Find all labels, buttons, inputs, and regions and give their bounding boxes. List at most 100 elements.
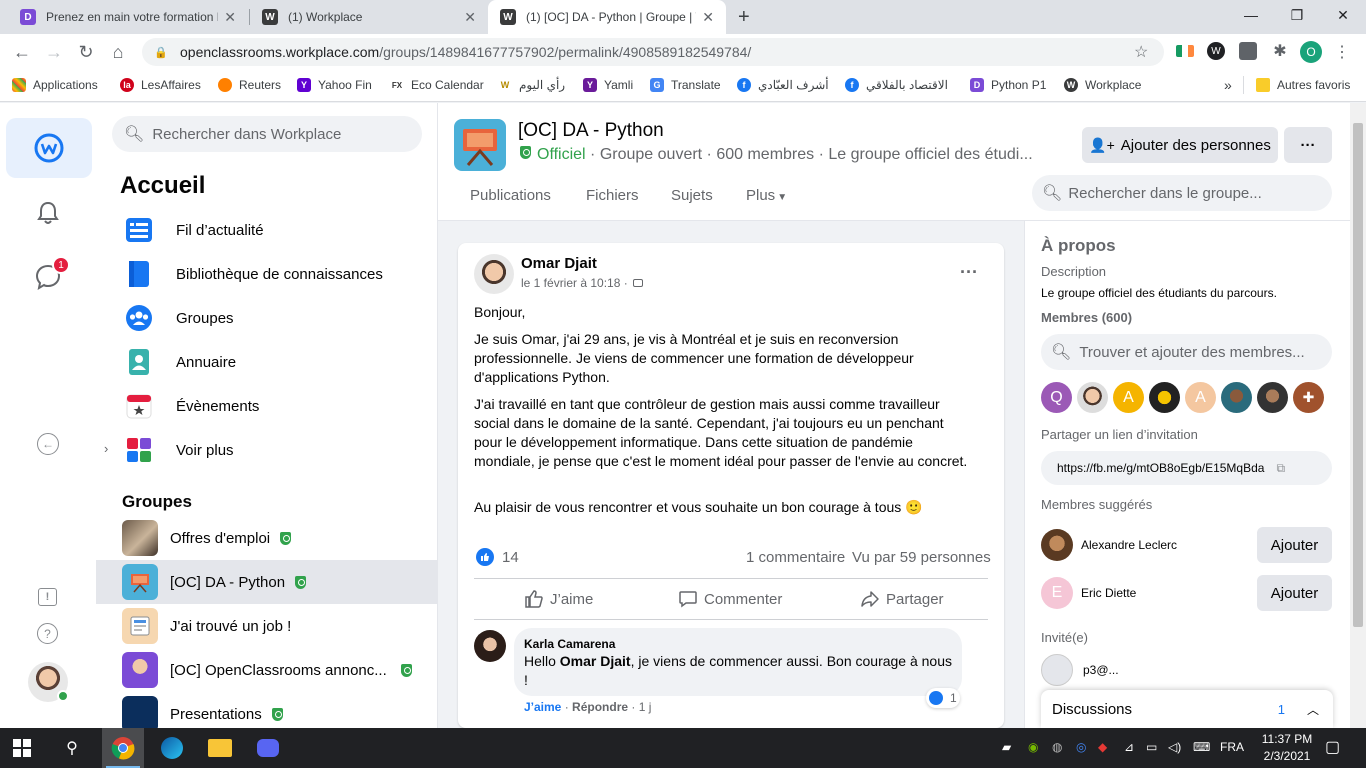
workplace-home-button[interactable] xyxy=(6,118,92,178)
group-item-found-a-job[interactable]: J'ai trouvé un job ! xyxy=(96,604,437,648)
like-reaction-icon[interactable] xyxy=(476,548,494,566)
workplace-search-input[interactable]: 🔍︎ Rechercher dans Workplace xyxy=(112,116,422,152)
tab-topics[interactable]: Sujets xyxy=(671,187,713,204)
member-avatar[interactable]: A xyxy=(1185,382,1216,413)
author-avatar[interactable] xyxy=(474,254,514,294)
group-title[interactable]: [OC] DA - Python xyxy=(518,120,664,142)
battery-icon[interactable]: ▭ xyxy=(1146,740,1157,754)
close-tab-icon[interactable]: ✕ xyxy=(464,9,476,26)
tab-more[interactable]: Plus ▼ xyxy=(746,187,787,204)
nav-item-groups[interactable]: Groupes xyxy=(118,298,428,338)
nav-item-see-more[interactable]: Voir plus xyxy=(118,430,428,470)
commenter-avatar[interactable] xyxy=(474,630,506,662)
suggested-member-avatar[interactable]: E xyxy=(1041,577,1073,609)
chrome-menu-icon[interactable]: ⋮ xyxy=(1334,42,1350,62)
suggested-member-name[interactable]: Alexandre Leclerc xyxy=(1081,538,1177,552)
extensions-puzzle-icon[interactable]: ✱ xyxy=(1271,42,1289,60)
report-problem-icon[interactable]: ! xyxy=(38,588,57,606)
copy-icon[interactable]: ⧉ xyxy=(1276,461,1285,476)
comment-like-link[interactable]: J’aime xyxy=(524,700,561,714)
bookmark-facebook-2[interactable]: f الاقتصاد بالفلاقي xyxy=(845,76,948,94)
member-avatar[interactable]: Q xyxy=(1041,382,1072,413)
comment-reply-link[interactable]: Répondre xyxy=(572,700,628,714)
extension-icon[interactable] xyxy=(1239,42,1257,60)
nav-item-events[interactable]: Évènements xyxy=(118,386,428,426)
notifications-bell-icon[interactable] xyxy=(33,198,63,228)
back-arrow-icon[interactable]: ← xyxy=(10,40,34,64)
group-search-input[interactable]: 🔍︎ Rechercher dans le groupe... xyxy=(1032,175,1332,211)
browser-tab-active[interactable]: W (1) [OC] DA - Python | Groupe | W ✕ xyxy=(488,0,726,34)
other-bookmarks-folder[interactable]: Autres favoris xyxy=(1256,76,1350,94)
help-icon[interactable]: ? xyxy=(37,623,58,644)
keyboard-icon[interactable]: ⌨ xyxy=(1193,740,1210,754)
members-label[interactable]: Membres (600) xyxy=(1041,310,1132,325)
browser-tab[interactable]: D Prenez en main votre formation Ra ✕ xyxy=(8,0,248,34)
member-avatar[interactable] xyxy=(1257,382,1288,413)
bookmark-star-icon[interactable]: ☆ xyxy=(1134,42,1148,62)
find-members-input[interactable]: 🔍︎ Trouver et ajouter des membres... xyxy=(1041,334,1332,370)
more-bookmarks-button[interactable]: » xyxy=(1224,76,1232,94)
collapse-arrow-icon[interactable]: ← xyxy=(37,433,59,455)
like-button[interactable]: J’aime xyxy=(524,588,593,610)
add-people-button[interactable]: 👤+ Ajouter des personnes xyxy=(1082,127,1278,163)
comment-button[interactable]: Commenter xyxy=(678,588,782,610)
wordpress-extension-icon[interactable]: W xyxy=(1207,42,1225,60)
file-explorer-icon[interactable] xyxy=(206,734,234,762)
bookmark-translate[interactable]: G Translate xyxy=(650,76,721,94)
new-tab-button[interactable]: + xyxy=(738,6,750,29)
minimize-button[interactable]: — xyxy=(1228,0,1274,30)
like-count[interactable]: 14 xyxy=(502,549,519,566)
tray-app-icon[interactable]: ◆ xyxy=(1098,740,1107,754)
discord-icon[interactable] xyxy=(254,734,282,762)
bookmark-workplace[interactable]: W Workplace xyxy=(1064,76,1141,94)
bookmark-yahoo-fin[interactable]: Y Yahoo Fin xyxy=(297,76,372,94)
bookmark-reuters[interactable]: Reuters xyxy=(218,76,281,94)
close-tab-icon[interactable]: ✕ xyxy=(702,9,714,26)
post-options-icon[interactable]: ··· xyxy=(960,262,978,283)
seen-by-count[interactable]: Vu par 59 personnes xyxy=(852,549,991,566)
discussions-chat-bar[interactable]: Discussions 1 ︿ xyxy=(1041,690,1333,728)
group-item-oc-announcements[interactable]: [OC] OpenClassrooms annonc... xyxy=(96,648,437,692)
suggested-member-avatar[interactable] xyxy=(1041,529,1073,561)
more-options-button[interactable]: ··· xyxy=(1284,127,1332,163)
windows-start-icon[interactable] xyxy=(8,734,36,762)
search-icon[interactable]: ⚲ xyxy=(58,734,86,762)
bookmark-eco-calendar[interactable]: FX Eco Calendar xyxy=(390,76,484,94)
chrome-tray-icon[interactable]: ◎ xyxy=(1076,740,1086,754)
add-member-button[interactable]: Ajouter xyxy=(1257,527,1332,563)
profile-avatar[interactable]: O xyxy=(1300,41,1322,63)
discord-tray-icon[interactable]: ▰ xyxy=(1002,740,1011,754)
nav-item-directory[interactable]: Annuaire xyxy=(118,342,428,382)
nav-item-library[interactable]: Bibliothèque de connaissances xyxy=(118,254,428,294)
tray-icon[interactable]: ◍ xyxy=(1052,740,1062,754)
tab-publications[interactable]: Publications xyxy=(470,187,551,204)
bookmark-applications[interactable]: Applications xyxy=(12,76,98,94)
language-indicator[interactable]: FRA xyxy=(1220,740,1244,754)
share-button[interactable]: Partager xyxy=(860,588,944,610)
scrollbar[interactable] xyxy=(1350,103,1366,728)
forward-arrow-icon[interactable]: → xyxy=(42,40,66,64)
close-tab-icon[interactable]: ✕ xyxy=(224,9,236,26)
group-cover-avatar[interactable] xyxy=(454,119,506,171)
edge-icon[interactable] xyxy=(158,734,186,762)
group-item-presentations[interactable]: Presentations xyxy=(96,692,437,728)
chevron-right-icon[interactable]: › xyxy=(104,441,108,456)
bookmark-facebook-1[interactable]: f أشرف العبّادي xyxy=(737,76,829,94)
post-author[interactable]: Omar Djait xyxy=(521,255,597,272)
comment-count[interactable]: 1 commentaire xyxy=(746,549,845,566)
bookmark-yamli[interactable]: Y Yamli xyxy=(583,76,633,94)
home-icon[interactable]: ⌂ xyxy=(106,40,130,64)
irish-flag-extension-icon[interactable] xyxy=(1176,45,1194,57)
member-avatar[interactable] xyxy=(1077,382,1108,413)
volume-icon[interactable]: ◁) xyxy=(1168,740,1181,754)
comment-author[interactable]: Karla Camarena xyxy=(524,637,615,651)
add-member-button[interactable]: Ajouter xyxy=(1257,575,1332,611)
network-icon[interactable]: ⊿ xyxy=(1124,740,1134,754)
address-bar[interactable]: 🔒 openclassrooms.workplace.com/groups/14… xyxy=(142,38,1164,66)
close-window-button[interactable]: ✕ xyxy=(1320,0,1366,30)
notification-center-icon[interactable]: ▢ xyxy=(1325,737,1340,757)
member-avatar[interactable] xyxy=(1149,382,1180,413)
reload-icon[interactable]: ↻ xyxy=(74,40,98,64)
member-avatar[interactable]: ✚ xyxy=(1293,382,1324,413)
tab-files[interactable]: Fichiers xyxy=(586,187,639,204)
